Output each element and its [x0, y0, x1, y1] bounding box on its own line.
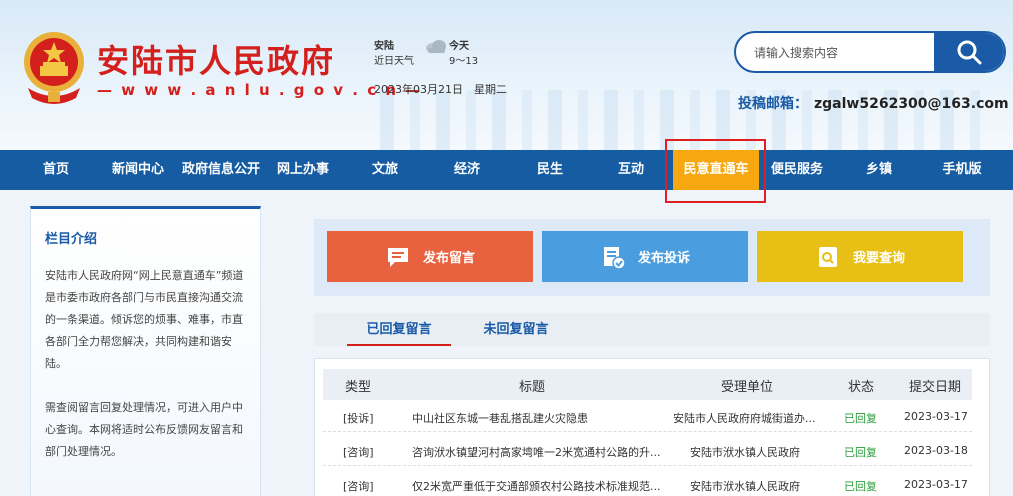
search-icon [957, 40, 982, 65]
intro-paragraph-1: 安陆市人民政府网“网上民意直通车”频道是市委市政府各部门与市民直接沟通交流的一条… [45, 269, 244, 370]
post-message-button[interactable]: 发布留言 [327, 231, 533, 282]
intro-paragraph-2: 需查阅留言回复处理情况，可进入用户中心查询。本网将适时公布反馈网友留言和部门处理… [45, 401, 243, 458]
header-type: 类型 [345, 380, 372, 395]
weather-day: 今天 [449, 41, 469, 52]
nav-item-towns[interactable]: 乡镇 [856, 150, 902, 190]
post-complaint-label: 发布投诉 [637, 251, 690, 266]
email-address[interactable]: zgalw5262300@163.com [814, 96, 1009, 112]
submission-email: 投稿邮箱： zgalw5262300@163.com [738, 93, 1009, 113]
intro-title: 栏目介绍 [45, 232, 98, 247]
national-emblem-icon[interactable] [18, 28, 90, 106]
row-date: 2023-03-17 [904, 410, 968, 423]
row-date: 2023-03-17 [904, 478, 968, 491]
reply-tabs: 已回复留言 未回复留言 [314, 313, 990, 346]
complaint-icon [603, 246, 626, 270]
current-weekday: 星期二 [474, 83, 507, 96]
tab-replied[interactable]: 已回复留言 [347, 313, 451, 346]
message-icon [387, 247, 408, 267]
query-label: 我要查询 [852, 251, 905, 266]
table-row[interactable]: [投诉] 中山社区东城一巷乱搭乱建火灾隐患 安陆市人民政府府城街道办... 已回… [323, 401, 972, 432]
row-title[interactable]: 中山社区东城一巷乱搭乱建火灾隐患 [412, 410, 667, 426]
nav-item-home[interactable]: 首页 [30, 150, 82, 190]
header: 安陆市人民政府 — w w w . a n l u . g o v . c n … [0, 0, 1013, 150]
row-date: 2023-03-18 [904, 444, 968, 457]
nav-item-livelihood[interactable]: 民生 [527, 150, 573, 190]
row-type: [咨询] [343, 480, 374, 493]
intro-panel: 栏目介绍 安陆市人民政府网“网上民意直通车”频道是市委市政府各部门与市民直接沟通… [30, 206, 261, 496]
row-unit: 安陆市洑水镇人民政府 [690, 480, 800, 493]
nav-item-news[interactable]: 新闻中心 [106, 150, 170, 190]
cloud-icon [426, 40, 446, 53]
main-nav: 首页 新闻中心 政府信息公开 网上办事 文旅 经济 民生 互动 民意直通车 便民… [0, 150, 1013, 190]
weather-temperature: 9～13 [449, 56, 479, 67]
query-button[interactable]: 我要查询 [757, 231, 963, 282]
nav-item-culture-tourism[interactable]: 文旅 [362, 150, 408, 190]
nav-item-economy[interactable]: 经济 [444, 150, 490, 190]
post-message-label: 发布留言 [422, 251, 475, 266]
header-title: 标题 [519, 380, 546, 395]
nav-item-convenience[interactable]: 便民服务 [766, 150, 828, 190]
row-title[interactable]: 仅2米宽严重低于交通部颁农村公路技术标准规范... [412, 478, 667, 494]
search-box [734, 31, 1006, 73]
table-row[interactable]: [咨询] 咨询洑水镇望河村高家塆唯一2米宽通村公路的升... 安陆市洑水镇人民政… [323, 435, 972, 466]
table-row[interactable]: [咨询] 仅2米宽严重低于交通部颁农村公路技术标准规范... 安陆市洑水镇人民政… [323, 469, 972, 496]
row-status: 已回复 [844, 480, 877, 493]
row-status: 已回复 [844, 412, 877, 425]
site-title[interactable]: 安陆市人民政府 [97, 36, 335, 82]
nav-item-online-service[interactable]: 网上办事 [272, 150, 334, 190]
current-date: 2023年03月21日 [374, 83, 463, 96]
header-unit: 受理单位 [721, 380, 774, 395]
message-table: 类型 标题 受理单位 状态 提交日期 [投诉] 中山社区东城一巷乱搭乱建火灾隐患… [314, 358, 990, 496]
tab-unreplied[interactable]: 未回复留言 [464, 313, 568, 346]
table-header: 类型 标题 受理单位 状态 提交日期 [323, 369, 972, 400]
row-unit: 安陆市人民政府府城街道办... [673, 412, 816, 425]
weather-label: 近日天气 [374, 56, 414, 67]
search-input[interactable] [754, 43, 934, 63]
nav-item-interaction[interactable]: 互动 [608, 150, 654, 190]
header-status: 状态 [848, 380, 875, 395]
search-doc-icon [818, 246, 837, 267]
nav-item-mobile[interactable]: 手机版 [936, 150, 988, 190]
post-complaint-button[interactable]: 发布投诉 [542, 231, 748, 282]
nav-item-public-opinion[interactable]: 民意直通车 [673, 150, 759, 190]
email-label: 投稿邮箱： [738, 96, 808, 112]
row-unit: 安陆市洑水镇人民政府 [690, 446, 800, 459]
weather-city: 安陆 [374, 41, 394, 52]
nav-item-gov-info[interactable]: 政府信息公开 [178, 150, 264, 190]
row-type: [投诉] [343, 412, 374, 425]
row-status: 已回复 [844, 446, 877, 459]
header-date: 提交日期 [909, 380, 962, 395]
search-button[interactable] [934, 33, 1004, 71]
row-title[interactable]: 咨询洑水镇望河村高家塆唯一2米宽通村公路的升... [412, 444, 667, 460]
action-bar: 发布留言 发布投诉 我要查询 [314, 219, 990, 296]
row-type: [咨询] [343, 446, 374, 459]
